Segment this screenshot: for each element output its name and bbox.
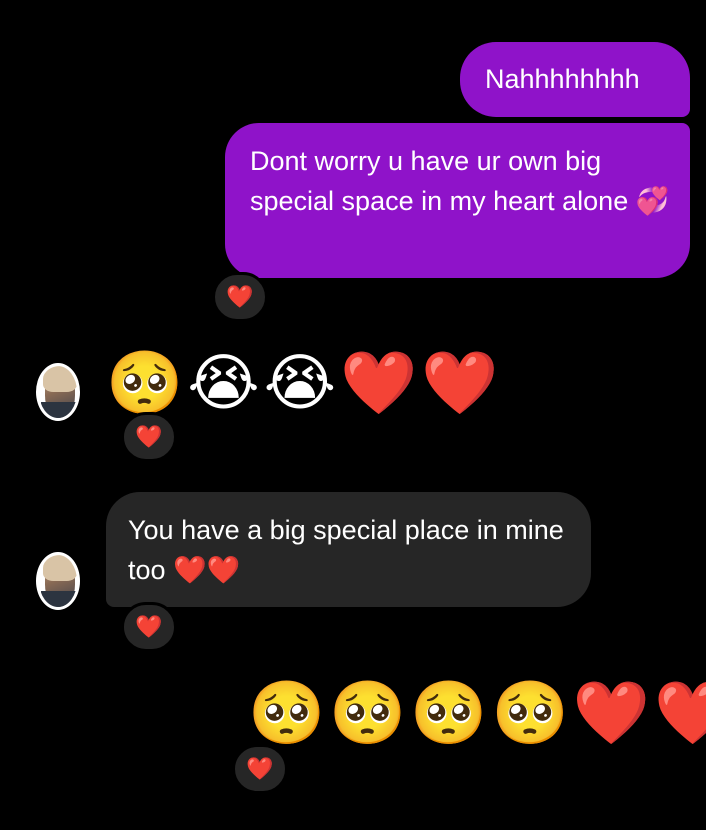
reaction-pill-3[interactable]: ❤️: [121, 602, 177, 652]
outgoing-message-1-text: Nahhhhhhhh: [485, 64, 640, 94]
pleading-face-emoji: 🥺: [491, 679, 569, 748]
pleading-face-emoji: 🥺: [106, 349, 184, 418]
red-heart-emoji: ❤️: [421, 349, 499, 418]
heart-icon: ❤️: [135, 424, 163, 449]
red-heart-emoji: ❤️: [654, 679, 706, 748]
incoming-message[interactable]: You have a big special place in mine too…: [106, 492, 591, 607]
heart-icon: ❤️: [135, 614, 163, 639]
reaction-pill-2[interactable]: ❤️: [121, 412, 177, 462]
outgoing-message-2-text: Dont worry u have ur own big special spa…: [250, 146, 629, 216]
outgoing-message-2[interactable]: Dont worry u have ur own big special spa…: [225, 123, 690, 278]
heart-icon: ❤️: [226, 284, 254, 309]
pleading-face-emoji: 🥺: [248, 679, 326, 748]
incoming-emoji-message[interactable]: 🥺 😭 😭 ❤️ ❤️: [106, 353, 499, 415]
heart-icon: ❤️: [246, 756, 274, 781]
two-hearts-emoji: 💞: [635, 186, 670, 216]
red-hearts-emoji: ❤️❤️: [173, 555, 241, 585]
contact-avatar-icon[interactable]: [36, 552, 80, 610]
reaction-pill-4[interactable]: ❤️: [232, 744, 288, 794]
contact-avatar-icon[interactable]: [36, 363, 80, 421]
pleading-face-emoji: 🥺: [329, 679, 407, 748]
loudly-crying-face-emoji: 😭: [263, 349, 337, 418]
chat-thread: Nahhhhhhhh Dont worry u have ur own big …: [0, 0, 706, 830]
reaction-pill-1[interactable]: ❤️: [212, 272, 268, 322]
outgoing-emoji-message[interactable]: 🥺 🥺 🥺 🥺 ❤️ ❤️: [248, 683, 706, 745]
red-heart-emoji: ❤️: [340, 349, 418, 418]
loudly-crying-face-emoji: 😭: [187, 349, 260, 418]
pleading-face-emoji: 🥺: [410, 679, 488, 748]
red-heart-emoji: ❤️: [572, 679, 651, 748]
outgoing-message-1[interactable]: Nahhhhhhhh: [460, 42, 690, 117]
